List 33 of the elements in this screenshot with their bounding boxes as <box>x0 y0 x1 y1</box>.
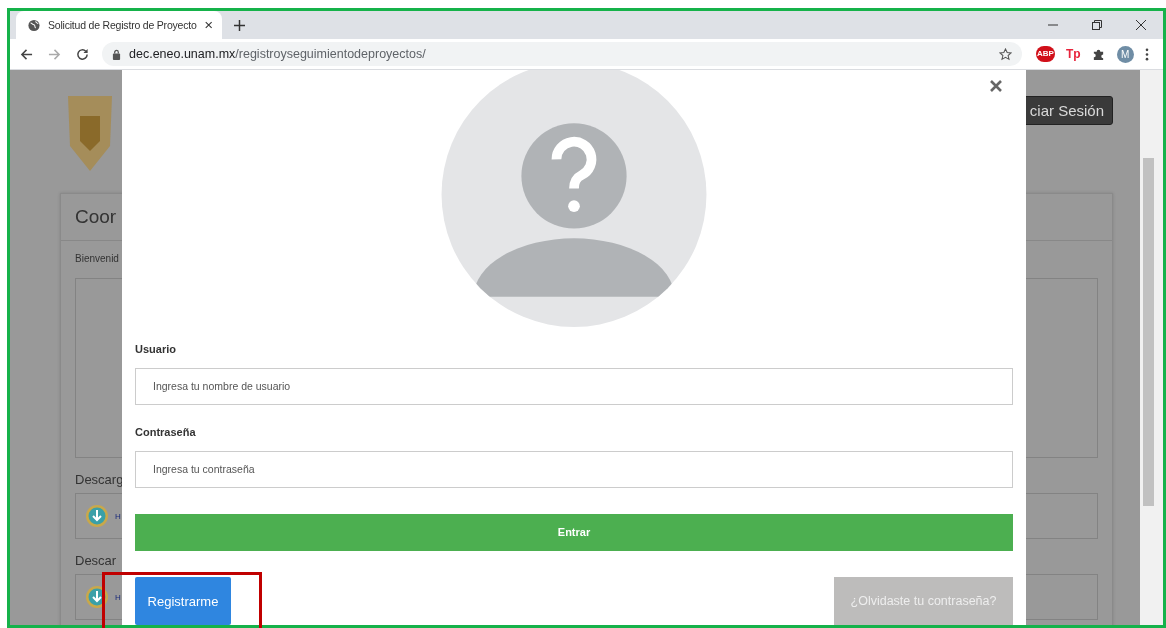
input-field[interactable]: Ingresa tu contraseña <box>135 450 1013 488</box>
field-label: Usuario <box>135 342 177 355</box>
close-icon[interactable] <box>1136 20 1146 30</box>
back-icon[interactable] <box>20 47 33 61</box>
star-icon[interactable] <box>999 47 1012 61</box>
download-icon <box>85 504 109 528</box>
section-heading: Descar <box>75 553 118 568</box>
tab-title: Solicitud de Registro de Proyecto <box>47 19 197 31</box>
download-link[interactable]: H <box>115 592 121 602</box>
register-button[interactable]: Registrarme <box>135 577 231 625</box>
extension-icon[interactable]: ABP <box>1036 46 1055 62</box>
browser-tab[interactable]: Solicitud de Registro de Proyecto <box>16 11 222 39</box>
address-bar[interactable]: dec.eneo.unam.mx/registroyseguimientodeproyectos/ <box>102 42 1022 66</box>
close-tab-icon[interactable] <box>204 21 212 29</box>
reload-icon[interactable] <box>76 47 89 61</box>
url-host: dec.eneo.unam.mx <box>129 47 236 61</box>
url-path: /registroyseguimientodeproyectos/ <box>235 47 426 61</box>
extension-icon[interactable]: Tp <box>1065 47 1081 61</box>
input-field[interactable]: Ingresa tu nombre de usuario <box>135 367 1013 405</box>
download-link[interactable]: H <box>115 511 121 521</box>
globe-icon <box>28 18 40 32</box>
download-icon <box>85 585 109 609</box>
welcome-text: Bienvenid <box>75 253 120 264</box>
restore-icon[interactable] <box>1092 20 1102 30</box>
submit-button[interactable]: Entrar <box>135 513 1013 551</box>
puzzle-icon[interactable] <box>1091 47 1105 61</box>
profile-avatar[interactable]: M <box>1116 45 1134 63</box>
menu-icon[interactable] <box>1144 47 1149 61</box>
close-icon[interactable] <box>990 80 1002 92</box>
new-tab-icon[interactable] <box>234 20 245 31</box>
field-label: Contraseña <box>135 425 197 438</box>
scroll-thumb[interactable] <box>1143 158 1154 506</box>
lock-icon <box>112 48 121 60</box>
